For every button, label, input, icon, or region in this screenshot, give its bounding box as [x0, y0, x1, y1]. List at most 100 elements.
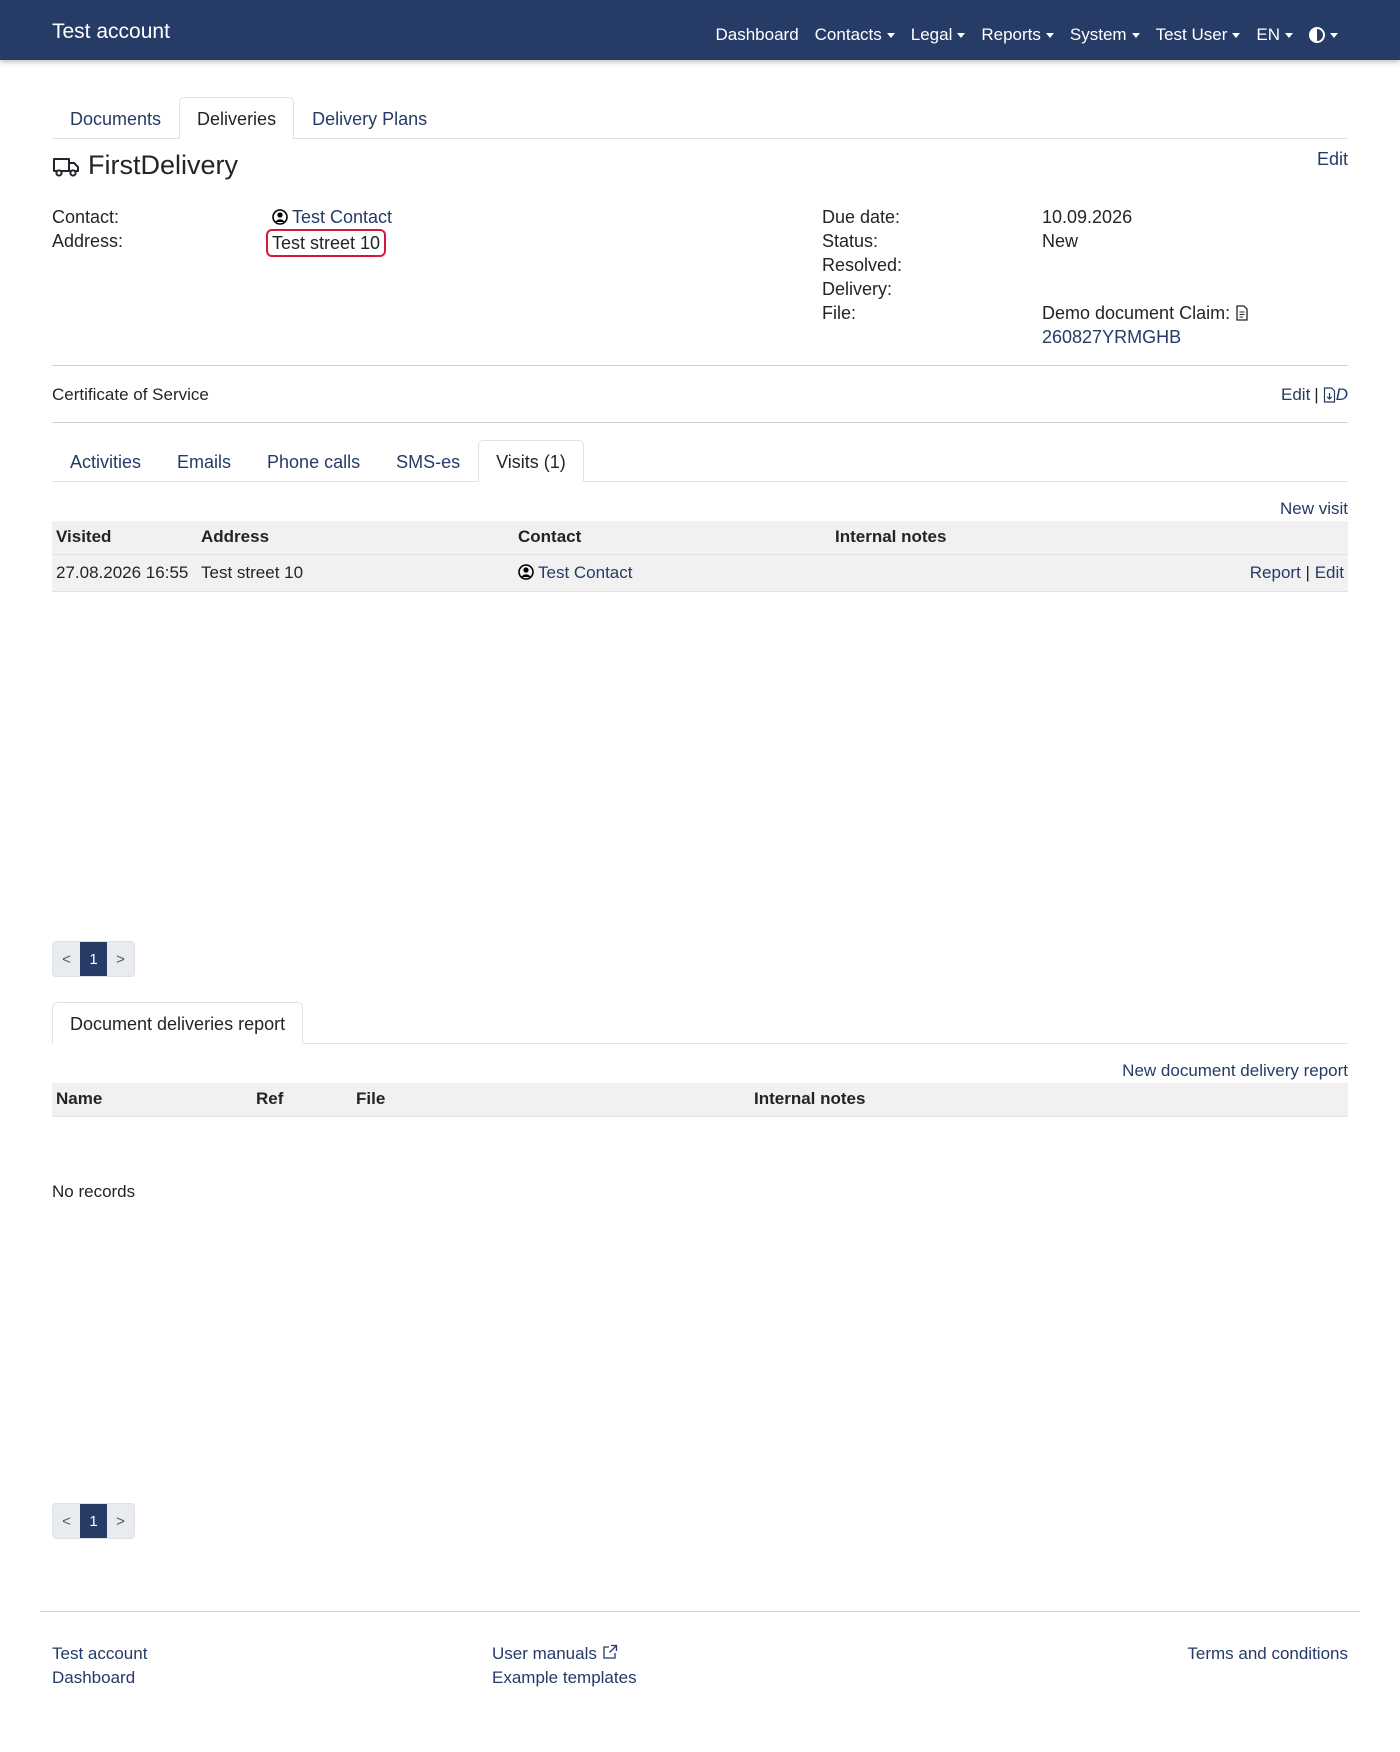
- tab-activities[interactable]: Activities: [52, 440, 159, 482]
- footer-account-link[interactable]: Test account: [52, 1644, 147, 1663]
- prev-page-button[interactable]: <: [53, 942, 80, 976]
- prev-page-button[interactable]: <: [53, 1504, 80, 1538]
- external-link-icon: [602, 1644, 617, 1659]
- visits-pagination: < 1 >: [52, 941, 135, 977]
- nav-system-label: System: [1069, 25, 1127, 44]
- nav-system-dropdown[interactable]: System: [1070, 25, 1140, 45]
- nav-language-label: EN: [1256, 25, 1280, 44]
- main-tabs: Documents Deliveries Delivery Plans: [52, 97, 1348, 139]
- tab-visits[interactable]: Visits (1): [478, 440, 584, 482]
- certificate-download-link[interactable]: D: [1323, 385, 1348, 405]
- resolved-label: Resolved:: [822, 255, 903, 275]
- due-date-label: Due date:: [822, 207, 901, 227]
- caret-down-icon: [1131, 32, 1140, 38]
- column-header-internal-notes: Internal notes: [750, 1083, 1348, 1117]
- footer-terms-link[interactable]: Terms and conditions: [1187, 1644, 1348, 1663]
- person-circle-icon: [518, 563, 534, 580]
- nav-language-dropdown[interactable]: EN: [1256, 25, 1293, 45]
- new-visit-link[interactable]: New visit: [1280, 499, 1348, 519]
- tab-document-deliveries-report[interactable]: Document deliveries report: [52, 1002, 304, 1044]
- table-row: 27.08.2026 16:55 Test street 10 Test Con…: [52, 554, 1348, 592]
- reports-pagination: < 1 >: [52, 1503, 135, 1539]
- column-header-file: File: [352, 1083, 750, 1117]
- nav-contacts-dropdown[interactable]: Contacts: [815, 25, 895, 45]
- activity-tabs: Activities Emails Phone calls SMS-es Vis…: [52, 440, 1348, 482]
- report-tabs: Document deliveries report: [52, 1002, 1348, 1044]
- edit-delivery-link[interactable]: Edit: [1317, 149, 1348, 170]
- nav-dashboard[interactable]: Dashboard: [715, 25, 798, 45]
- certificate-edit-link[interactable]: Edit: [1281, 385, 1310, 405]
- contact-name: Test Contact: [292, 207, 393, 227]
- nav-theme-dropdown[interactable]: [1309, 25, 1338, 45]
- tab-documents[interactable]: Documents: [52, 97, 179, 139]
- top-navbar: Test account Dashboard Contacts Legal Re…: [0, 0, 1400, 60]
- file-link[interactable]: 260827YRMGHB: [1042, 327, 1181, 347]
- address-label: Address:: [52, 231, 124, 251]
- visits-table: Visited Address Contact Internal notes 2…: [52, 521, 1348, 592]
- status-label: Status:: [822, 231, 879, 251]
- next-page-button[interactable]: >: [107, 942, 134, 976]
- caret-down-icon: [1285, 32, 1293, 38]
- report-link[interactable]: Report: [1250, 563, 1301, 582]
- user-manuals-label: User manuals: [492, 1644, 597, 1663]
- nav-dashboard-label: Dashboard: [715, 25, 799, 44]
- page-1-button[interactable]: 1: [80, 1504, 107, 1538]
- nav-legal-dropdown[interactable]: Legal: [911, 25, 966, 45]
- document-icon[interactable]: [1235, 305, 1249, 321]
- tab-deliveries[interactable]: Deliveries: [179, 97, 295, 139]
- contact-link[interactable]: Test Contact: [272, 205, 392, 229]
- column-header-ref: Ref: [252, 1083, 352, 1117]
- page-1-button[interactable]: 1: [80, 942, 107, 976]
- theme-contrast-icon: [1309, 27, 1325, 43]
- file-name: Demo document Claim:: [1042, 303, 1231, 323]
- address-value: Test street 10: [266, 229, 387, 257]
- new-report-link[interactable]: New document delivery report: [1122, 1061, 1348, 1081]
- truck-icon: [53, 157, 79, 177]
- contact-link[interactable]: Test Contact: [518, 563, 633, 582]
- footer-example-templates-link[interactable]: Example templates: [492, 1668, 637, 1687]
- column-header-contact: Contact: [514, 521, 831, 555]
- file-value: Demo document Claim: 260827YRMGHB: [1042, 301, 1249, 349]
- certificate-title: Certificate of Service: [52, 385, 209, 404]
- person-circle-icon: [272, 209, 288, 225]
- column-header-visited: Visited: [52, 521, 197, 555]
- footer-dashboard-link[interactable]: Dashboard: [52, 1668, 135, 1687]
- file-label: File:: [822, 303, 857, 323]
- divider: [52, 422, 1348, 423]
- contact-cell: Test Contact: [514, 554, 831, 592]
- tab-emails[interactable]: Emails: [159, 440, 249, 482]
- caret-down-icon: [1045, 32, 1054, 38]
- address-cell: Test street 10: [197, 554, 514, 592]
- footer-column-help: User manuals Example templates: [492, 1642, 637, 1690]
- nav-reports-label: Reports: [981, 25, 1041, 44]
- certificate-actions: Edit | D: [1281, 385, 1348, 405]
- nav-reports-dropdown[interactable]: Reports: [981, 25, 1054, 45]
- tab-phone-calls[interactable]: Phone calls: [249, 440, 378, 482]
- page-title: FirstDelivery: [52, 150, 238, 181]
- file-download-icon: [1323, 387, 1335, 403]
- status-value: New: [1042, 231, 1079, 251]
- contact-name: Test Contact: [538, 562, 633, 582]
- certificate-d-label: D: [1335, 385, 1348, 404]
- nav-user-dropdown[interactable]: Test User: [1156, 25, 1241, 45]
- nav-legal-label: Legal: [910, 25, 953, 44]
- tab-delivery-plans[interactable]: Delivery Plans: [294, 97, 445, 139]
- delivery-details-left: Contact: Test Contact Address: Test stre…: [52, 205, 392, 257]
- footer-divider: [40, 1611, 1360, 1612]
- tab-sms[interactable]: SMS-es: [378, 440, 478, 482]
- table-header-row: Name Ref File Internal notes: [52, 1083, 1348, 1117]
- footer-user-manuals-link[interactable]: User manuals: [492, 1644, 618, 1663]
- separator: |: [1314, 385, 1319, 404]
- nav-user-label: Test User: [1155, 25, 1228, 44]
- delivery-label: Delivery:: [822, 279, 893, 299]
- next-page-button[interactable]: >: [107, 1504, 134, 1538]
- delivery-title: FirstDelivery: [88, 150, 239, 180]
- delivery-details-right: Due date: 10.09.2026 Status: New Resolve…: [822, 205, 1249, 349]
- internal-notes-cell: [831, 554, 1110, 592]
- separator: |: [1305, 562, 1310, 582]
- brand-link[interactable]: Test account: [52, 20, 170, 44]
- caret-down-icon: [1330, 32, 1338, 38]
- column-header-address: Address: [197, 521, 514, 555]
- caret-down-icon: [957, 32, 966, 38]
- edit-visit-link[interactable]: Edit: [1315, 563, 1344, 582]
